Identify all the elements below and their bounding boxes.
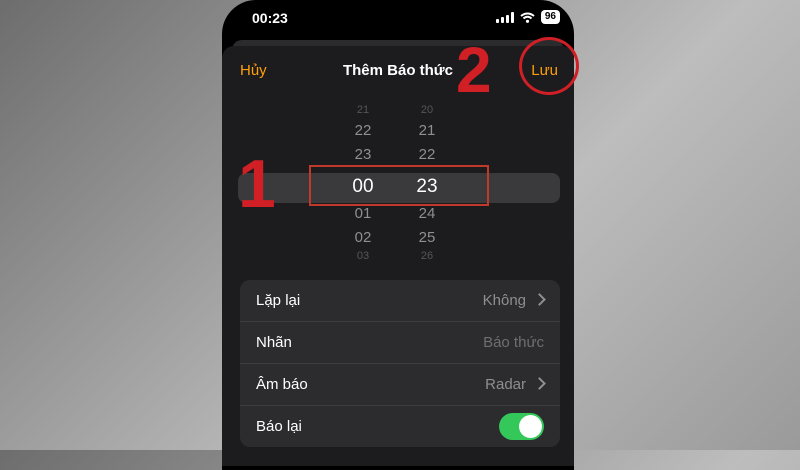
snooze-toggle[interactable] — [499, 413, 544, 440]
sound-label: Âm báo — [256, 376, 308, 393]
minute-option[interactable]: 22 — [407, 146, 447, 163]
repeat-value: Không — [482, 292, 526, 309]
minute-option[interactable]: 24 — [407, 205, 447, 222]
repeat-row[interactable]: Lặp lại Không — [240, 280, 560, 322]
minute-option[interactable]: 21 — [407, 122, 447, 139]
hour-option[interactable]: 23 — [343, 146, 383, 163]
sound-value: Radar — [485, 376, 526, 393]
annotation-highlight-box — [309, 165, 489, 206]
wifi-icon — [520, 12, 535, 23]
status-time: 00:23 — [252, 10, 288, 26]
sound-row[interactable]: Âm báo Radar — [240, 364, 560, 406]
minute-option[interactable]: 25 — [407, 229, 447, 246]
hour-option[interactable]: 01 — [343, 205, 383, 222]
label-label: Nhãn — [256, 334, 292, 351]
hour-option[interactable]: 22 — [343, 122, 383, 139]
battery-icon: 96 — [540, 10, 560, 24]
repeat-label: Lặp lại — [256, 292, 301, 309]
chevron-right-icon — [533, 377, 546, 390]
snooze-row: Báo lại — [240, 406, 560, 447]
hour-option[interactable]: 21 — [343, 104, 383, 116]
status-bar: 00:23 96 — [222, 0, 574, 40]
minute-option[interactable]: 20 — [407, 104, 447, 116]
cellular-signal-icon — [495, 11, 514, 23]
hour-option[interactable]: 02 — [343, 229, 383, 246]
status-icons: 96 — [495, 10, 560, 24]
chevron-right-icon — [533, 293, 546, 306]
label-row[interactable]: Nhãn Báo thức — [240, 322, 560, 364]
minute-option[interactable]: 26 — [407, 250, 447, 262]
annotation-step-1: 1 — [238, 146, 276, 222]
add-alarm-sheet: Hủy Thêm Báo thức Lưu 21 22 23 00 01 02 … — [222, 46, 574, 466]
label-input[interactable]: Báo thức — [483, 334, 544, 351]
alarm-settings-list: Lặp lại Không Nhãn Báo thức Âm báo Radar… — [240, 280, 560, 447]
annotation-step-2: 2 — [456, 34, 492, 106]
toggle-knob — [519, 415, 542, 438]
snooze-label: Báo lại — [256, 418, 302, 435]
annotation-circle — [519, 37, 579, 95]
hour-option[interactable]: 03 — [343, 250, 383, 262]
